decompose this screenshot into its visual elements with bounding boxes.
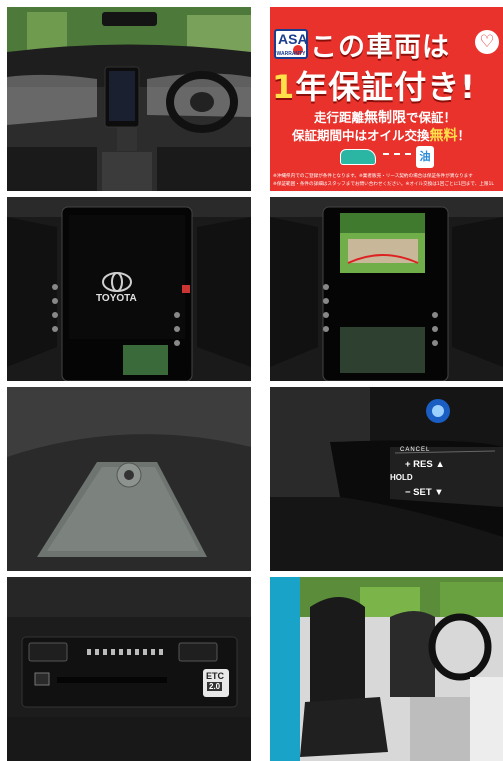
camera-display-image xyxy=(270,197,503,381)
front-seats-image xyxy=(270,577,503,761)
photo-etc-unit[interactable]: ETC 2.0 xyxy=(7,577,251,761)
promo-line-1-pre: 走行距離 xyxy=(314,110,365,125)
promo-line-1: 走行距離無制限で保証！ xyxy=(314,107,456,127)
promo-headline-1: この車両は xyxy=(310,32,450,63)
heart-icon: ♡ xyxy=(475,30,499,54)
promo-line-2-pre: 保証期間中は xyxy=(292,128,368,143)
promo-headline-2-rest: 年保証付き! xyxy=(295,68,476,106)
photo-interior-dashboard[interactable] xyxy=(7,7,251,191)
promo-line-2-em: 無料 xyxy=(429,128,458,144)
etc-unit-image xyxy=(7,577,251,761)
etc-badge-bottom: 2.0 xyxy=(207,682,223,691)
stalk-set-label: − SET ▼ xyxy=(405,487,444,498)
promo-line-2: 保証期間中はオイル交換無料！ xyxy=(292,125,470,145)
stalk-cancel-label: CANCEL xyxy=(400,447,431,453)
dealer-logo-caption: WARRANTY xyxy=(276,51,306,57)
photo-windshield-sensor[interactable] xyxy=(7,387,251,571)
photo-gallery: ASA WARRANTY この車両は ♡ 1年保証付き! 走行距離無制限で保証！… xyxy=(0,0,503,761)
dashboard-image xyxy=(7,7,251,191)
windshield-sensor-image xyxy=(7,387,251,571)
promo-fine-print-2: ※保証範囲・条件の詳細はスタッフまでお問い合わせください。※オイル交換は1回ごと… xyxy=(273,182,494,187)
display-brand-text: TOYOTA xyxy=(96,293,137,304)
warranty-promo-banner[interactable]: ASA WARRANTY この車両は ♡ 1年保証付き! 走行距離無制限で保証！… xyxy=(270,7,503,191)
dealer-logo: ASA WARRANTY xyxy=(274,29,308,59)
stalk-hold-label: HOLD xyxy=(390,473,413,482)
photo-center-display-camera[interactable] xyxy=(270,197,503,381)
photo-center-display-logo[interactable]: TOYOTA xyxy=(7,197,251,381)
promo-fine-print-1: ※沖縄県内でのご登録が条件となります。※業者販売・リース契約の場合は保証条件が異… xyxy=(273,174,473,179)
promo-headline-2-number: 1 xyxy=(272,68,296,106)
promo-line-2-post: ！ xyxy=(457,128,471,143)
stalk-res-label: + RES ▲ xyxy=(405,459,445,470)
cruise-stalk-image xyxy=(270,387,503,571)
dealer-logo-mark: ASA xyxy=(278,31,308,47)
car-icon xyxy=(340,149,376,165)
promo-line-1-post: で保証！ xyxy=(406,110,457,125)
oil-can-icon: 油 xyxy=(416,146,434,168)
promo-line-1-em: 無制限 xyxy=(364,110,407,126)
photo-cruise-control-stalk[interactable]: CANCEL + RES ▲ HOLD − SET ▼ xyxy=(270,387,503,571)
charging-cable-icon xyxy=(383,153,411,157)
promo-headline-2: 1年保証付き! xyxy=(272,62,476,108)
etc-badge-top: ETC xyxy=(206,671,224,681)
center-display-image xyxy=(7,197,251,381)
promo-line-2-mid: オイル交換 xyxy=(367,128,430,143)
photo-front-seats[interactable] xyxy=(270,577,503,761)
